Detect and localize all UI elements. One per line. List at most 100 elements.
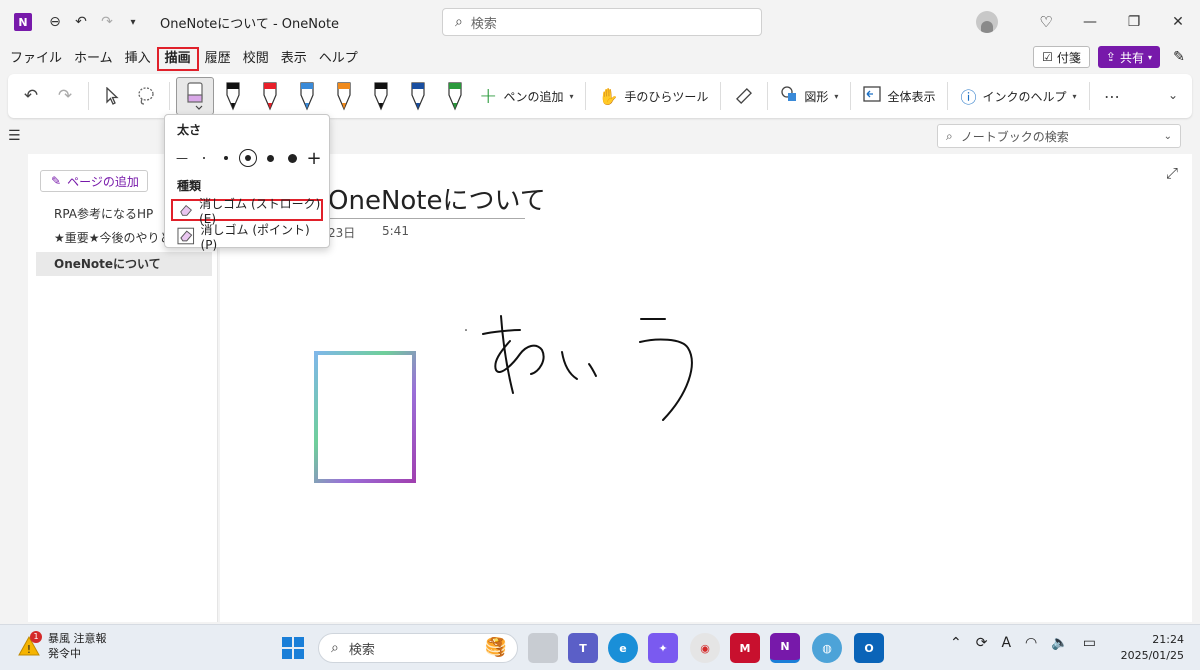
task-view-icon[interactable] — [528, 633, 558, 663]
eraser-stroke-option[interactable]: 消しゴム (ストローク)(E) — [171, 197, 323, 226]
thickness-thicker-button[interactable]: + — [305, 148, 323, 169]
share-button[interactable]: ⇪ 共有 ▾ — [1097, 46, 1160, 68]
pen-icon — [410, 82, 425, 111]
onenote-taskbar-icon[interactable]: N — [770, 633, 800, 663]
shapes-button[interactable]: 図形 ▾ — [774, 79, 844, 113]
handwriting-aiu — [482, 315, 693, 421]
thickness-option-2[interactable] — [217, 149, 235, 167]
copilot-icon[interactable]: ✦ — [648, 633, 678, 663]
taskbar-search-placeholder: 検索 — [348, 642, 375, 658]
notebook-search-input[interactable]: ⌕ ノートブックの検索 ⌄ — [937, 124, 1181, 148]
weather-widget[interactable]: ! 1 暴風 注意報 発令中 — [18, 631, 107, 661]
outlook-icon[interactable]: O — [854, 633, 884, 663]
fit-to-window-button[interactable]: 全体表示 — [857, 79, 941, 113]
pen-6-button[interactable] — [399, 76, 436, 116]
sticky-notes-label: 付箋 — [1056, 50, 1081, 65]
taskbar-search-input[interactable]: ⌕ 検索 🥞 — [318, 633, 518, 663]
menu-home[interactable]: ホーム — [68, 47, 119, 71]
divider — [88, 82, 89, 110]
menu-review[interactable]: 校閲 — [237, 47, 275, 71]
ink-dot — [465, 329, 467, 331]
add-pen-button[interactable]: + ペンの追加 ▾ — [473, 79, 579, 113]
chevron-up-icon[interactable]: ⌃ — [950, 635, 962, 651]
teams-icon[interactable]: T — [568, 633, 598, 663]
hamburger-icon[interactable]: ☰ — [8, 128, 21, 144]
menu-file[interactable]: ファイル — [4, 47, 68, 71]
shapes-label: 図形 — [804, 89, 829, 104]
expand-icon[interactable]: ⤢ — [1166, 164, 1178, 182]
ribbon-redo-icon[interactable]: ↷ — [48, 79, 82, 113]
mcafee-icon[interactable]: M — [730, 633, 760, 663]
clock[interactable]: 21:24 2025/01/25 — [1121, 632, 1184, 664]
eraser-point-option[interactable]: 消しゴム (ポイント)(P) — [171, 223, 323, 252]
share-icon: ⇪ — [1105, 50, 1116, 64]
lightbulb-icon[interactable]: ♡ — [1024, 13, 1068, 31]
eraser-options-dropdown: 太さ — + 種類 消しゴム (ストローク)(E) 消しゴム (ポイント)(P) — [164, 114, 330, 252]
collapse-ribbon-icon[interactable]: ⌄ — [1168, 88, 1178, 102]
eraser-tool-button[interactable] — [176, 77, 214, 115]
lasso-select-icon[interactable] — [129, 79, 163, 113]
wifi-icon[interactable]: ◠ — [1025, 635, 1037, 651]
divider — [850, 82, 852, 110]
back-icon[interactable]: ⊖ — [42, 9, 68, 35]
menu-help[interactable]: ヘルプ — [313, 47, 364, 71]
note-canvas[interactable]: ⤢ OneNoteについて 23日 5:41 — [220, 154, 1192, 622]
redo-icon[interactable]: ↷ — [94, 9, 120, 35]
pen-1-button[interactable] — [214, 76, 251, 116]
ink-help-label: インクのヘルプ — [982, 89, 1067, 104]
menu-view[interactable]: 表示 — [275, 47, 313, 71]
thickness-option-5[interactable] — [283, 149, 301, 167]
close-button[interactable]: ✕ — [1156, 14, 1200, 30]
pen-icon — [299, 82, 314, 111]
volume-icon[interactable]: 🔈 — [1051, 635, 1068, 651]
pen-icon — [262, 82, 277, 111]
pen-7-button[interactable] — [436, 76, 473, 116]
restore-button[interactable]: ❐ — [1112, 14, 1156, 30]
system-tray: ⌃ ⟳ A ◠ 🔈 ▭ — [950, 635, 1096, 651]
pen-4-button[interactable] — [325, 76, 362, 116]
pen-2-button[interactable] — [251, 76, 288, 116]
thickness-thinner-button[interactable]: — — [173, 149, 191, 167]
customize-quick-access-icon[interactable]: ▾ — [120, 9, 146, 35]
browser-icon[interactable]: ◍ — [812, 633, 842, 663]
thickness-option-4[interactable] — [261, 149, 279, 167]
eraser-icon — [180, 204, 192, 216]
chevron-down-icon: ▾ — [1072, 91, 1077, 101]
undo-icon[interactable]: ↶ — [68, 9, 94, 35]
thickness-option-1[interactable] — [195, 149, 213, 167]
edge-icon[interactable]: e — [608, 633, 638, 663]
thickness-option-3-selected[interactable] — [239, 149, 257, 167]
menu-insert[interactable]: 挿入 — [119, 47, 157, 71]
minimize-button[interactable]: — — [1068, 14, 1112, 30]
sticky-notes-button[interactable]: ☑ 付箋 — [1033, 46, 1090, 68]
alert-count-badge: 1 — [30, 631, 42, 643]
pen-icon — [336, 82, 351, 111]
ruler-icon[interactable] — [727, 79, 761, 113]
draw-ribbon: ↶ ↷ + ペンの追加 ▾ ✋ 手のひらツール 図形 ▾ 全体表示 ⓘ インクの… — [8, 74, 1192, 118]
hand-icon: ✋ — [598, 86, 619, 106]
pen-3-button[interactable] — [288, 76, 325, 116]
add-page-icon: ✎ — [51, 174, 62, 188]
menu-history[interactable]: 履歴 — [199, 47, 237, 71]
pen-5-button[interactable] — [362, 76, 399, 116]
more-options-icon[interactable]: ⋯ — [1096, 79, 1130, 113]
battery-icon[interactable]: ▭ — [1083, 635, 1096, 651]
add-page-button[interactable]: ✎ ページの追加 — [40, 170, 148, 192]
search-input[interactable]: ⌕ 検索 — [442, 8, 762, 36]
menu-draw[interactable]: 描画 — [156, 47, 199, 71]
ime-indicator[interactable]: A — [1001, 635, 1011, 651]
sync-icon[interactable]: ⟳ — [976, 635, 988, 651]
add-pen-label: ペンの追加 — [503, 89, 564, 104]
hand-tool-button[interactable]: ✋ 手のひらツール — [592, 79, 714, 113]
start-button[interactable] — [278, 633, 308, 663]
ink-help-button[interactable]: ⓘ インクのヘルプ ▾ — [954, 79, 1082, 113]
select-tool-icon[interactable] — [95, 79, 129, 113]
avatar[interactable] — [976, 11, 998, 33]
page-title[interactable]: OneNoteについて — [328, 180, 546, 217]
page-list-item-selected[interactable]: OneNoteについて — [36, 252, 212, 276]
comments-icon[interactable]: ✎ — [1168, 49, 1190, 65]
chrome-icon[interactable]: ◉ — [690, 633, 720, 663]
weather-line1: 暴風 注意報 — [48, 632, 107, 645]
ribbon-undo-icon[interactable]: ↶ — [14, 79, 48, 113]
add-page-label: ページの追加 — [67, 174, 139, 189]
